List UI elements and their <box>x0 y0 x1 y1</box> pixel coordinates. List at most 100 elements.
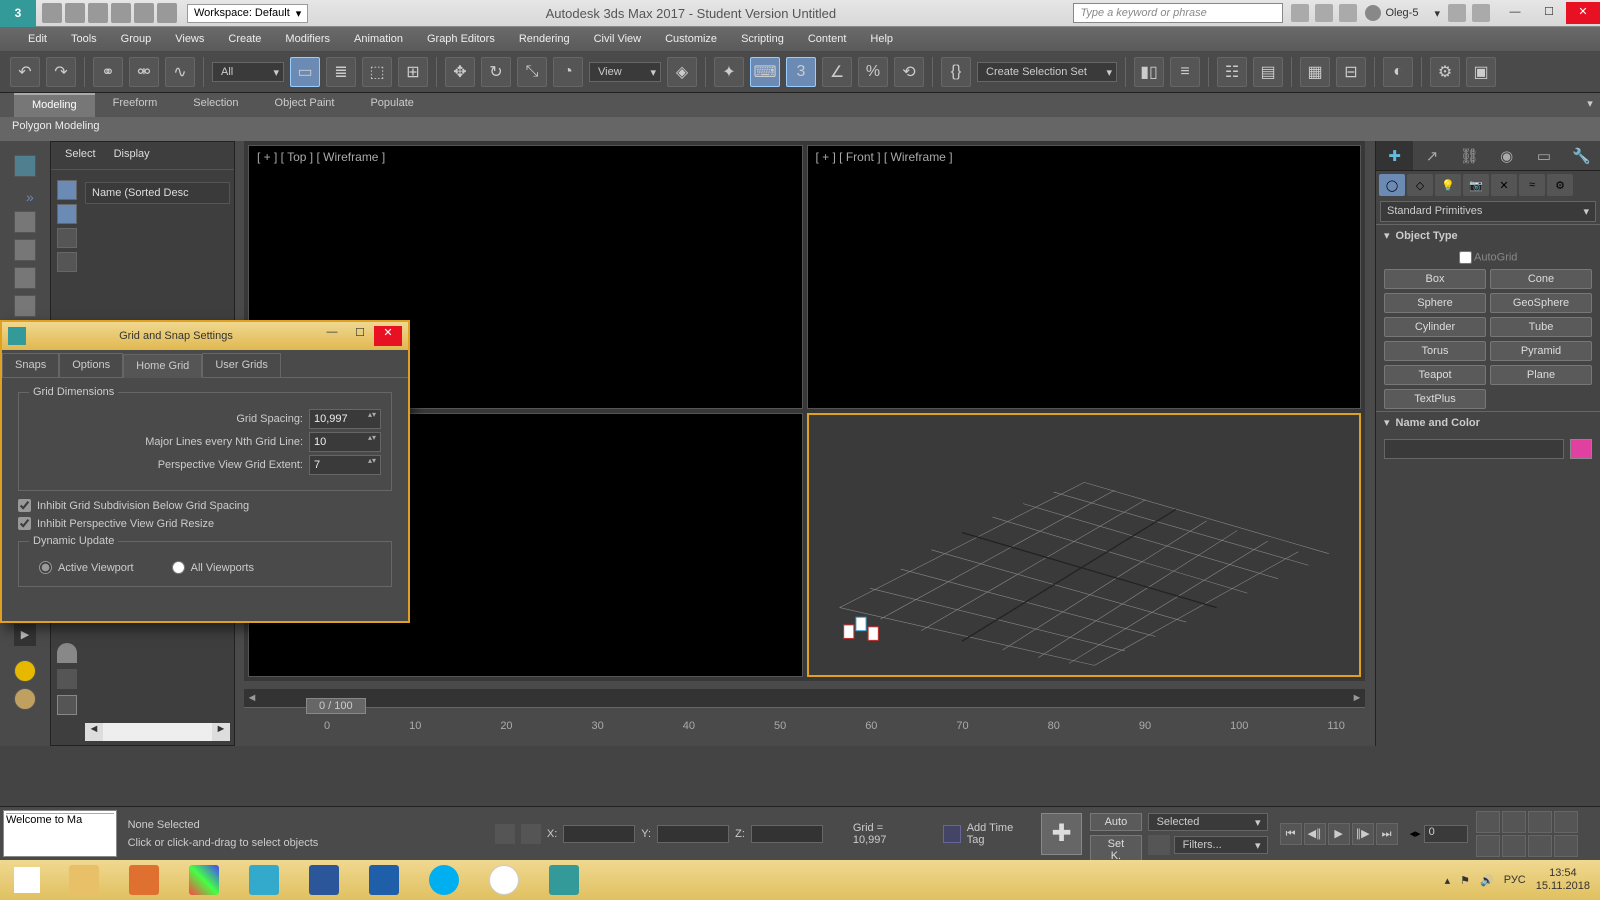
menu-modifiers[interactable]: Modifiers <box>285 33 330 45</box>
se-hscrollbar[interactable]: ◄► <box>85 723 230 741</box>
link-button[interactable]: ⚭ <box>93 57 123 87</box>
search-input[interactable]: Type a keyword or phrase <box>1073 3 1283 23</box>
time-slider[interactable]: ◄ 0 / 100 ► 01020 304050 607080 90100110 <box>244 689 1365 737</box>
menu-views[interactable]: Views <box>175 33 204 45</box>
redo-button[interactable]: ↷ <box>46 57 76 87</box>
dialog-close-button[interactable]: ✕ <box>374 326 402 346</box>
tray-clock[interactable]: 13:5415.11.2018 <box>1536 867 1590 893</box>
ribbon-panel-label[interactable]: Polygon Modeling <box>0 117 1600 141</box>
modify-tab[interactable]: ↗ <box>1413 141 1450 170</box>
menu-rendering[interactable]: Rendering <box>519 33 570 45</box>
close-button[interactable]: ✕ <box>1566 2 1600 24</box>
cone-icon[interactable] <box>57 643 77 663</box>
prim-textplus-button[interactable]: TextPlus <box>1384 389 1486 409</box>
ribbon-tab-objectpaint[interactable]: Object Paint <box>257 93 353 117</box>
se-column-header[interactable]: Name (Sorted Desc <box>85 182 230 204</box>
maxscript-listener[interactable]: Welcome to Ma <box>3 810 117 857</box>
prev-frame-icon[interactable]: ◀∥ <box>1304 823 1326 845</box>
prim-cone-button[interactable]: Cone <box>1490 269 1592 289</box>
expand-chevron-icon[interactable]: » <box>26 189 34 205</box>
prim-box-button[interactable]: Box <box>1384 269 1486 289</box>
current-frame-input[interactable]: 0 <box>1424 825 1468 843</box>
auto-key-button[interactable]: Auto <box>1090 813 1141 831</box>
sun-icon[interactable] <box>14 660 36 682</box>
cat-spacewarps-icon[interactable]: ≈ <box>1519 174 1545 196</box>
unlink-button[interactable]: ⚮ <box>129 57 159 87</box>
cat-systems-icon[interactable]: ⚙ <box>1547 174 1573 196</box>
angle-snap-button[interactable]: ∠ <box>822 57 852 87</box>
cat-lights-icon[interactable]: 💡 <box>1435 174 1461 196</box>
create-tab[interactable]: ✚ <box>1376 141 1413 170</box>
maximize-button[interactable]: ☐ <box>1532 2 1566 24</box>
keyboard-shortcut-button[interactable]: ⌨ <box>750 57 780 87</box>
qat-save-icon[interactable] <box>88 3 108 23</box>
hierarchy-tab[interactable]: ⛓ <box>1451 141 1488 170</box>
grid-extent-input[interactable]: 7 <box>309 455 381 475</box>
cat-shapes-icon[interactable]: ◇ <box>1407 174 1433 196</box>
play-preview-icon[interactable]: ▶ <box>14 624 36 646</box>
taskbar-app[interactable] <box>474 860 534 900</box>
object-name-input[interactable] <box>1384 439 1564 459</box>
taskbar-app[interactable] <box>234 860 294 900</box>
qat-open-icon[interactable] <box>65 3 85 23</box>
nav-icon[interactable] <box>1554 811 1578 833</box>
tray-icon[interactable]: ⚑ <box>1460 874 1470 887</box>
bind-button[interactable]: ∿ <box>165 57 195 87</box>
viewport-front[interactable]: [ + ] [ Front ] [ Wireframe ] <box>807 145 1362 409</box>
favorites-icon[interactable] <box>1339 4 1357 22</box>
layout-icon-2[interactable] <box>14 239 36 261</box>
dialog-tab-snaps[interactable]: Snaps <box>2 353 59 377</box>
dialog-tab-homegrid[interactable]: Home Grid <box>123 354 202 378</box>
inhibit-resize-checkbox[interactable]: Inhibit Perspective View Grid Resize <box>18 517 392 530</box>
selection-filter-dropdown[interactable]: All <box>212 62 284 82</box>
display-tab[interactable]: ▭ <box>1525 141 1562 170</box>
menu-help[interactable]: Help <box>870 33 893 45</box>
nav-icon[interactable] <box>1502 811 1526 833</box>
time-prev-icon[interactable]: ◄ <box>244 692 260 704</box>
y-input[interactable] <box>657 825 729 843</box>
minimize-button[interactable]: ― <box>1498 2 1532 24</box>
category-dropdown[interactable]: Standard Primitives▾ <box>1380 201 1596 222</box>
qat-redo-icon[interactable] <box>134 3 154 23</box>
app-logo[interactable]: 3 <box>0 0 36 27</box>
curve-editor-button[interactable]: ▦ <box>1300 57 1330 87</box>
rollout-object-type[interactable]: Object Type <box>1376 224 1600 246</box>
menu-create[interactable]: Create <box>228 33 261 45</box>
ribbon-tab-freeform[interactable]: Freeform <box>95 93 176 117</box>
selection-lock-icon[interactable] <box>495 824 515 844</box>
start-button[interactable] <box>0 860 54 900</box>
taskbar-app[interactable] <box>174 860 234 900</box>
prim-geosphere-button[interactable]: GeoSphere <box>1490 293 1592 313</box>
se-tab-display[interactable]: Display <box>114 148 150 163</box>
prim-pyramid-button[interactable]: Pyramid <box>1490 341 1592 361</box>
major-lines-input[interactable]: 10 <box>309 432 381 452</box>
scale-button[interactable]: ⤡ <box>517 57 547 87</box>
se-filter-lights-icon[interactable] <box>57 228 77 248</box>
menu-edit[interactable]: Edit <box>28 33 47 45</box>
cat-cameras-icon[interactable]: 📷 <box>1463 174 1489 196</box>
tag-icon[interactable] <box>57 695 77 715</box>
se-tab-select[interactable]: Select <box>65 148 96 163</box>
prim-plane-button[interactable]: Plane <box>1490 365 1592 385</box>
se-filter-geom-icon[interactable] <box>57 180 77 200</box>
workspace-dropdown[interactable]: Workspace: Default <box>187 4 308 23</box>
taskbar-app[interactable] <box>354 860 414 900</box>
ref-coord-dropdown[interactable]: View <box>589 62 661 82</box>
se-filter-shapes-icon[interactable] <box>57 204 77 224</box>
ribbon-tab-modeling[interactable]: Modeling <box>14 93 95 117</box>
taskbar-app[interactable] <box>534 860 594 900</box>
align-button[interactable]: ≡ <box>1170 57 1200 87</box>
viewport-perspective[interactable] <box>807 413 1362 677</box>
placement-button[interactable]: ◔ <box>553 57 583 87</box>
dialog-tab-options[interactable]: Options <box>59 353 123 377</box>
nav-icon[interactable] <box>1502 835 1526 857</box>
key-filters-icon[interactable] <box>1148 835 1170 855</box>
prim-tube-button[interactable]: Tube <box>1490 317 1592 337</box>
mirror-button[interactable]: ▮▯ <box>1134 57 1164 87</box>
move-button[interactable]: ✥ <box>445 57 475 87</box>
dialog-tab-usergrids[interactable]: User Grids <box>202 353 281 377</box>
window-crossing-button[interactable]: ⊞ <box>398 57 428 87</box>
select-by-name-button[interactable]: ≣ <box>326 57 356 87</box>
ribbon-min-icon[interactable]: ▾ <box>1580 93 1600 117</box>
snap-toggle-button[interactable]: 3 <box>786 57 816 87</box>
